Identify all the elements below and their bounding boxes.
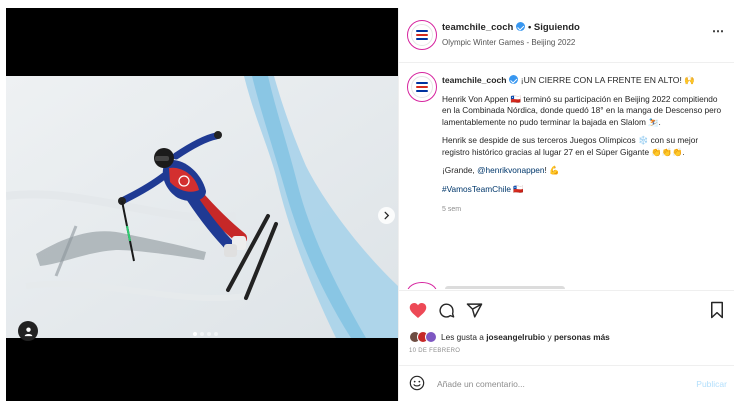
comment-avatar[interactable] xyxy=(407,282,437,289)
post-date: 10 DE FEBRERO xyxy=(409,348,461,354)
post-media xyxy=(6,8,398,401)
comment-preview xyxy=(445,286,565,289)
tagged-users-button[interactable] xyxy=(18,321,38,341)
team-chile-logo-icon xyxy=(411,76,433,98)
separator: • xyxy=(527,22,532,33)
carousel-dot xyxy=(193,332,197,336)
likes-mid: y xyxy=(545,332,554,342)
caption-username[interactable]: teamchile_coch xyxy=(442,75,506,85)
likes-text: Les gusta a joseangelrubio y personas má… xyxy=(441,332,610,342)
avatar xyxy=(425,331,437,343)
username-link[interactable]: teamchile_coch xyxy=(442,22,513,33)
emoji-icon[interactable] xyxy=(409,375,425,391)
caption-paragraph-3: ¡Grande, @henrikvonappen! 💪 xyxy=(442,165,727,177)
heart-icon[interactable] xyxy=(409,301,427,319)
instagram-post: teamchile_coch • Siguiendo Olympic Winte… xyxy=(0,0,734,401)
avatar[interactable] xyxy=(407,72,437,102)
caption-text: ! 💪 xyxy=(544,165,560,175)
comment-box: Publicar xyxy=(399,365,734,401)
more-options-icon[interactable]: ⋯ xyxy=(712,24,725,38)
action-icons xyxy=(409,301,483,319)
caption-paragraph-4: #VamosTeamChile 🇨🇱 xyxy=(442,184,727,196)
caption-paragraph-2: Henrik se despide de sus terceros Juegos… xyxy=(442,135,699,157)
caption-text: ¡Grande, xyxy=(442,165,478,175)
person-icon xyxy=(24,326,32,336)
carousel-dots xyxy=(193,332,218,336)
caption-body: teamchile_coch ¡UN CIERRE CON LA FRENTE … xyxy=(442,75,727,216)
chevron-right-icon xyxy=(384,211,390,220)
carousel-dot xyxy=(200,332,204,336)
verified-badge-icon xyxy=(516,22,526,31)
verified-badge-icon xyxy=(509,75,519,84)
liker-link[interactable]: joseangelrubio xyxy=(486,332,545,342)
post-header: teamchile_coch • Siguiendo Olympic Winte… xyxy=(399,8,734,63)
mention-link[interactable]: @henrikvonappen xyxy=(477,165,544,175)
publish-button[interactable]: Publicar xyxy=(696,379,727,389)
next-image-button[interactable] xyxy=(378,207,395,224)
likes-prefix: Les gusta a xyxy=(441,332,487,342)
caption-paragraph-1: Henrik Von Appen 🇨🇱 terminó su participa… xyxy=(442,93,722,127)
post-actions: Les gusta a joseangelrubio y personas má… xyxy=(399,290,734,401)
following-button[interactable]: Siguiendo xyxy=(534,22,580,33)
likes-summary: Les gusta a joseangelrubio y personas má… xyxy=(409,331,610,343)
location-link[interactable]: Olympic Winter Games - Beijing 2022 xyxy=(442,38,575,47)
caption-time: 5 sem xyxy=(442,206,462,213)
skier-photo xyxy=(6,76,398,338)
bookmark-icon[interactable] xyxy=(709,301,727,319)
comment-input[interactable] xyxy=(437,376,677,392)
share-icon[interactable] xyxy=(465,301,483,319)
avatar[interactable] xyxy=(407,20,437,50)
carousel-dot xyxy=(214,332,218,336)
caption-headline: ¡UN CIERRE CON LA FRENTE EN ALTO! 🙌 xyxy=(520,75,695,85)
carousel-dot xyxy=(207,332,211,336)
likes-more-link[interactable]: personas más xyxy=(554,332,610,342)
hashtag-link[interactable]: #VamosTeamChile xyxy=(442,184,511,194)
post-side-panel: teamchile_coch • Siguiendo Olympic Winte… xyxy=(398,8,734,401)
caption-text: 🇨🇱 xyxy=(511,183,524,194)
comment-icon[interactable] xyxy=(437,301,455,319)
caption: teamchile_coch ¡UN CIERRE CON LA FRENTE … xyxy=(399,64,734,289)
team-chile-logo-icon xyxy=(411,24,433,46)
post-author: teamchile_coch • Siguiendo xyxy=(442,22,580,33)
